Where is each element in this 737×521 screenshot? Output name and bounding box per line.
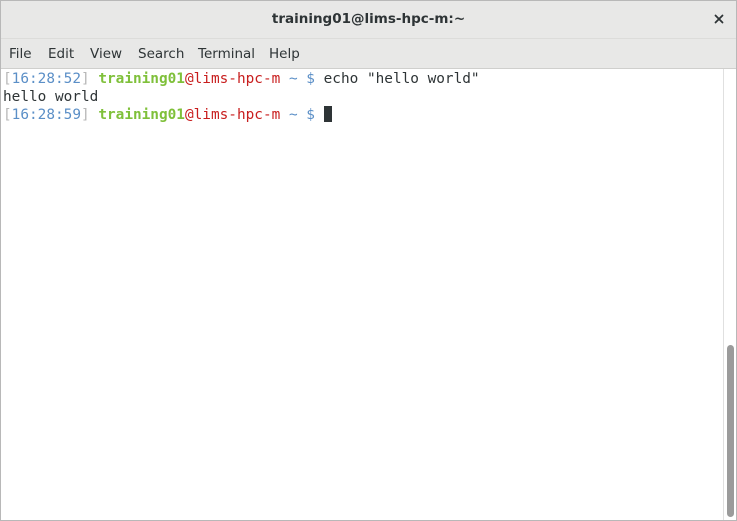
prompt-symbol: $ [306,71,315,87]
window-title: training01@lims-hpc-m:~ [271,11,466,27]
command-output: hello world [3,89,99,105]
prompt-bracket-open: [ [3,107,12,123]
prompt-bracket-close: ] [80,107,90,123]
menu-view[interactable]: View [90,46,122,62]
title-bar[interactable]: training01@lims-hpc-m:~ [1,1,736,39]
terminal-output-area[interactable]: [16:28:52] training01@lims-hpc-m ~ $ ech… [1,69,723,520]
prompt-bracket-close: ] [80,71,90,87]
prompt-user: training01 [98,71,185,87]
terminal-line-prompt: [16:28:59] training01@lims-hpc-m ~ $ [3,106,332,124]
terminal-window: training01@lims-hpc-m:~ File Edit View S… [0,0,737,521]
close-icon [714,14,724,24]
text-cursor [323,106,332,122]
menu-search[interactable]: Search [138,46,184,62]
prompt-user: training01 [98,107,185,123]
vertical-scrollbar[interactable] [723,69,736,520]
prompt-symbol: $ [306,107,315,123]
prompt-cwd: ~ [288,107,298,123]
prompt-bracket-open: [ [3,71,12,87]
menu-help[interactable]: Help [269,46,300,62]
scrollbar-thumb[interactable] [727,345,734,517]
prompt-time: 16:28:59 [11,107,81,123]
menu-terminal[interactable]: Terminal [198,46,255,62]
menu-bar: File Edit View Search Terminal Help [1,39,736,69]
prompt-host: @lims-hpc-m [184,107,281,123]
prompt-time: 16:28:52 [11,71,81,87]
close-button[interactable] [710,10,728,28]
menu-file[interactable]: File [9,46,32,62]
command-text: echo "hello world" [323,71,480,87]
prompt-host: @lims-hpc-m [184,71,281,87]
terminal-line-prompt: [16:28:52] training01@lims-hpc-m ~ $ ech… [3,70,480,88]
menu-edit[interactable]: Edit [48,46,74,62]
prompt-cwd: ~ [288,71,298,87]
terminal-line-output: hello world [3,88,98,106]
